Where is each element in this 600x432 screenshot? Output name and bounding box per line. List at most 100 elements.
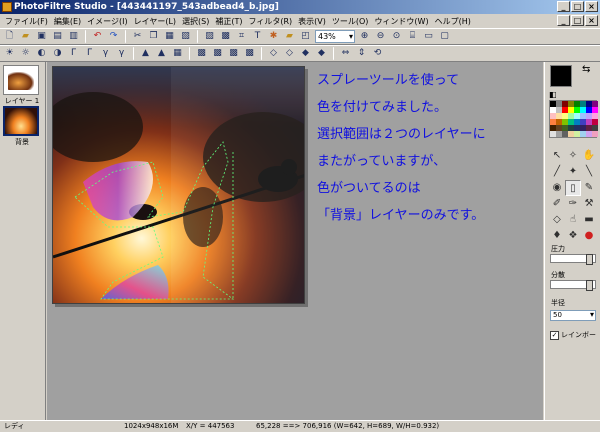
save-icon[interactable]: ▣ — [35, 30, 48, 43]
brush-icon[interactable]: ✎ — [581, 180, 597, 196]
gamma-down-icon[interactable]: γ — [115, 47, 128, 60]
menu-image[interactable]: イメージ(I) — [84, 16, 130, 27]
gamma-up-icon[interactable]: γ — [99, 47, 112, 60]
pen-icon[interactable]: ✐ — [549, 196, 565, 212]
fill-icon[interactable]: ◉ — [549, 180, 565, 196]
soften-icon[interactable]: ◇ — [267, 47, 280, 60]
menu-window[interactable]: ウィンドウ(W) — [371, 16, 431, 27]
flip-vertical-icon[interactable]: ⇕ — [355, 47, 368, 60]
hand-icon[interactable]: ✋ — [581, 148, 597, 164]
emboss-icon[interactable]: ▩ — [227, 47, 240, 60]
brightness-up-icon[interactable]: ☀ — [3, 47, 16, 60]
paste-icon[interactable]: ▦ — [163, 30, 176, 43]
actual-size-icon[interactable]: ⊙ — [390, 30, 403, 43]
undo-icon[interactable]: ↶ — [91, 30, 104, 43]
radius-select[interactable]: 50 — [550, 310, 596, 321]
doc-minimize-button[interactable]: _ — [557, 15, 570, 26]
fit-window-icon[interactable]: ⌸ — [406, 30, 419, 43]
sharpen-icon[interactable]: ▩ — [211, 47, 224, 60]
menu-view[interactable]: 表示(V) — [295, 16, 329, 27]
pressure-slider[interactable] — [550, 254, 596, 265]
text-icon[interactable]: T — [251, 30, 264, 43]
smudge-icon[interactable]: ☝ — [565, 212, 581, 228]
sponge-icon[interactable]: ❖ — [565, 228, 581, 244]
paste-new-icon[interactable]: ▧ — [179, 30, 192, 43]
doc-close-button[interactable]: × — [585, 15, 598, 26]
drop-icon[interactable]: ♦ — [549, 228, 565, 244]
print-icon[interactable]: ▤ — [51, 30, 64, 43]
contrast-down-icon[interactable]: ◑ — [51, 47, 64, 60]
zoom-in-icon[interactable]: ⊕ — [358, 30, 371, 43]
contrast-up-icon[interactable]: ◐ — [35, 47, 48, 60]
clone-stamp-icon[interactable]: ⚒ — [581, 196, 597, 212]
reset-colors-icon[interactable]: ◧ — [549, 90, 557, 99]
flip-horizontal-icon[interactable]: ⇔ — [339, 47, 352, 60]
blur-drop-icon[interactable]: ◇ — [283, 47, 296, 60]
layer-item-selected[interactable]: 背景 — [3, 106, 41, 147]
menu-filter[interactable]: フィルタ(R) — [246, 16, 296, 27]
scan-icon[interactable]: ▥ — [67, 30, 80, 43]
filter-icon[interactable]: ◰ — [299, 30, 312, 43]
saturation-down-icon[interactable]: Γ — [83, 47, 96, 60]
texture-icon[interactable]: ▩ — [243, 47, 256, 60]
swap-colors-icon[interactable]: ⇆ — [582, 64, 590, 75]
copy-icon[interactable]: ❐ — [147, 30, 160, 43]
menu-edit[interactable]: 編集(E) — [51, 16, 84, 27]
redo-icon[interactable]: ↷ — [107, 30, 120, 43]
noise-drop-icon[interactable]: ◆ — [315, 47, 328, 60]
maximize-button[interactable]: □ — [571, 1, 584, 12]
sharpen-drop-icon[interactable]: ◆ — [299, 47, 312, 60]
annotation-line: 色を付けてみました。 — [317, 100, 448, 115]
menu-tools[interactable]: ツール(O) — [329, 16, 372, 27]
spray-icon[interactable]: ▯ — [565, 180, 581, 196]
monitor-icon[interactable]: ▢ — [438, 30, 451, 43]
annotation-line: 「背景」レイヤーのみです。 — [317, 208, 485, 223]
full-screen-icon[interactable]: ▭ — [422, 30, 435, 43]
blur-tool-icon[interactable]: ◇ — [549, 212, 565, 228]
minimize-button[interactable]: _ — [557, 1, 570, 12]
line-icon[interactable]: ╲ — [581, 164, 597, 180]
wand-icon[interactable]: ✧ — [565, 148, 581, 164]
cut-icon[interactable]: ✂ — [131, 30, 144, 43]
rainbow-check-box[interactable]: ✓ — [550, 330, 559, 340]
strawberry-icon[interactable]: ● — [581, 228, 597, 244]
new-file-icon[interactable]: 🗋 — [3, 30, 16, 43]
menu-file[interactable]: ファイル(F) — [2, 16, 51, 27]
menu-select[interactable]: 選択(S) — [179, 16, 212, 27]
toolbar-separator — [189, 47, 190, 60]
auto-contrast-icon[interactable]: ▲ — [155, 47, 168, 60]
layer-item[interactable]: レイヤー 1 — [3, 65, 41, 106]
status-selection: 65,228 ==> 706,916 (W=642, H=689, W/H=0.… — [256, 422, 440, 430]
rainbow-checkbox[interactable]: ✓ レインボー — [550, 330, 596, 340]
open-folder-icon[interactable]: ▰ — [19, 30, 32, 43]
menu-layer[interactable]: レイヤー(L) — [131, 16, 179, 27]
menu-help[interactable]: ヘルプ(H) — [432, 16, 474, 27]
doc-restore-button[interactable]: □ — [571, 15, 584, 26]
dispersion-slider[interactable] — [550, 280, 596, 291]
folder-icon[interactable]: ▰ — [283, 30, 296, 43]
close-button[interactable]: × — [585, 1, 598, 12]
eraser-icon[interactable]: ▬ — [581, 212, 597, 228]
image-size-icon[interactable]: ▨ — [203, 30, 216, 43]
effect-brush-icon[interactable]: ✑ — [565, 196, 581, 212]
grayscale-icon[interactable]: ▦ — [171, 47, 184, 60]
auto-level-icon[interactable]: ▲ — [139, 47, 152, 60]
zoom-select[interactable]: 43% — [315, 30, 355, 43]
zoom-out-icon[interactable]: ⊖ — [374, 30, 387, 43]
eyedropper-icon[interactable]: ╱ — [549, 164, 565, 180]
crop-icon[interactable]: ⌗ — [235, 30, 248, 43]
foreground-color-swatch[interactable] — [550, 65, 572, 87]
magic-wand-icon[interactable]: ✦ — [565, 164, 581, 180]
saturation-up-icon[interactable]: Γ — [67, 47, 80, 60]
menu-adjust[interactable]: 補正(T) — [212, 16, 245, 27]
blur-icon[interactable]: ▩ — [195, 47, 208, 60]
plugin-icon[interactable]: ✱ — [267, 30, 280, 43]
canvas-size-icon[interactable]: ▩ — [219, 30, 232, 43]
toolbar-separator — [261, 47, 262, 60]
document-canvas[interactable] — [52, 66, 305, 304]
color-palette[interactable] — [549, 100, 598, 138]
rotate-icon[interactable]: ⟲ — [371, 47, 384, 60]
brightness-down-icon[interactable]: ☼ — [19, 47, 32, 60]
toolbar-separator — [125, 30, 126, 43]
pointer-icon[interactable]: ↖ — [549, 148, 565, 164]
